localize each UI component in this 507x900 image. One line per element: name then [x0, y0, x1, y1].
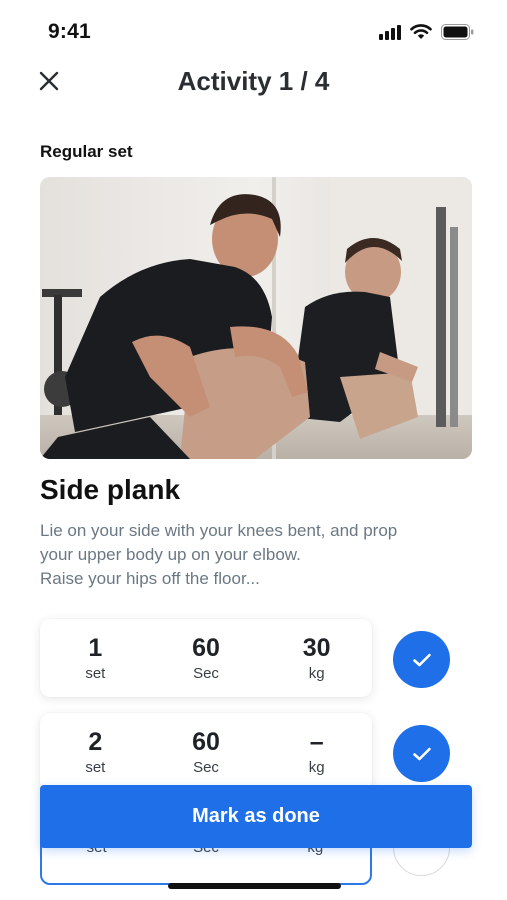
weight-cell: 30 kg — [261, 619, 372, 697]
weight-value: 30 — [302, 634, 331, 662]
set-number-cell: 2 set — [40, 713, 151, 791]
check-icon — [412, 747, 431, 760]
set-card-2[interactable]: 2 set 60 Sec – kg — [40, 713, 372, 791]
set-1-check-button[interactable] — [393, 631, 450, 688]
description-line: Lie on your side with your knees bent, a… — [40, 521, 398, 540]
cellular-signal-icon — [379, 24, 401, 40]
set-unit: set — [85, 665, 106, 682]
exercise-title: Side plank — [40, 474, 181, 505]
duration-cell: 60 Sec — [151, 713, 262, 791]
status-time: 9:41 — [48, 20, 91, 43]
exercise-photo — [40, 177, 472, 459]
set-number-cell: 1 set — [40, 619, 151, 697]
weight-cell: – kg — [261, 713, 372, 791]
duration-cell: 60 Sec — [151, 619, 262, 697]
page-title: Activity 1 / 4 — [177, 66, 330, 96]
duration-unit: Sec — [193, 665, 219, 682]
duration-value: 60 — [192, 728, 220, 756]
set-2-check-button[interactable] — [393, 725, 450, 782]
description-line: your upper body up on your elbow. — [40, 545, 301, 564]
mark-as-done-button[interactable]: Mark as done — [40, 785, 472, 848]
duration-unit: Sec — [193, 759, 219, 776]
wifi-icon — [410, 24, 432, 39]
home-indicator — [168, 883, 341, 889]
status-icons — [379, 24, 474, 40]
status-bar: 9:41 — [0, 0, 507, 62]
check-icon — [412, 653, 431, 666]
header: Activity 1 / 4 — [0, 56, 507, 108]
duration-value: 60 — [192, 634, 220, 662]
battery-icon — [441, 24, 474, 40]
exercise-description: Lie on your side with your knees bent, a… — [40, 519, 480, 591]
set-number: 2 — [88, 728, 103, 756]
set-type-label: Regular set — [40, 142, 133, 161]
description-line: Raise your hips off the floor... — [40, 569, 260, 588]
set-number: 1 — [88, 634, 103, 662]
set-unit: set — [85, 759, 106, 776]
weight-value: – — [309, 728, 324, 756]
set-card-1[interactable]: 1 set 60 Sec 30 kg — [40, 619, 372, 697]
weight-unit: kg — [308, 665, 325, 682]
weight-unit: kg — [308, 759, 325, 776]
